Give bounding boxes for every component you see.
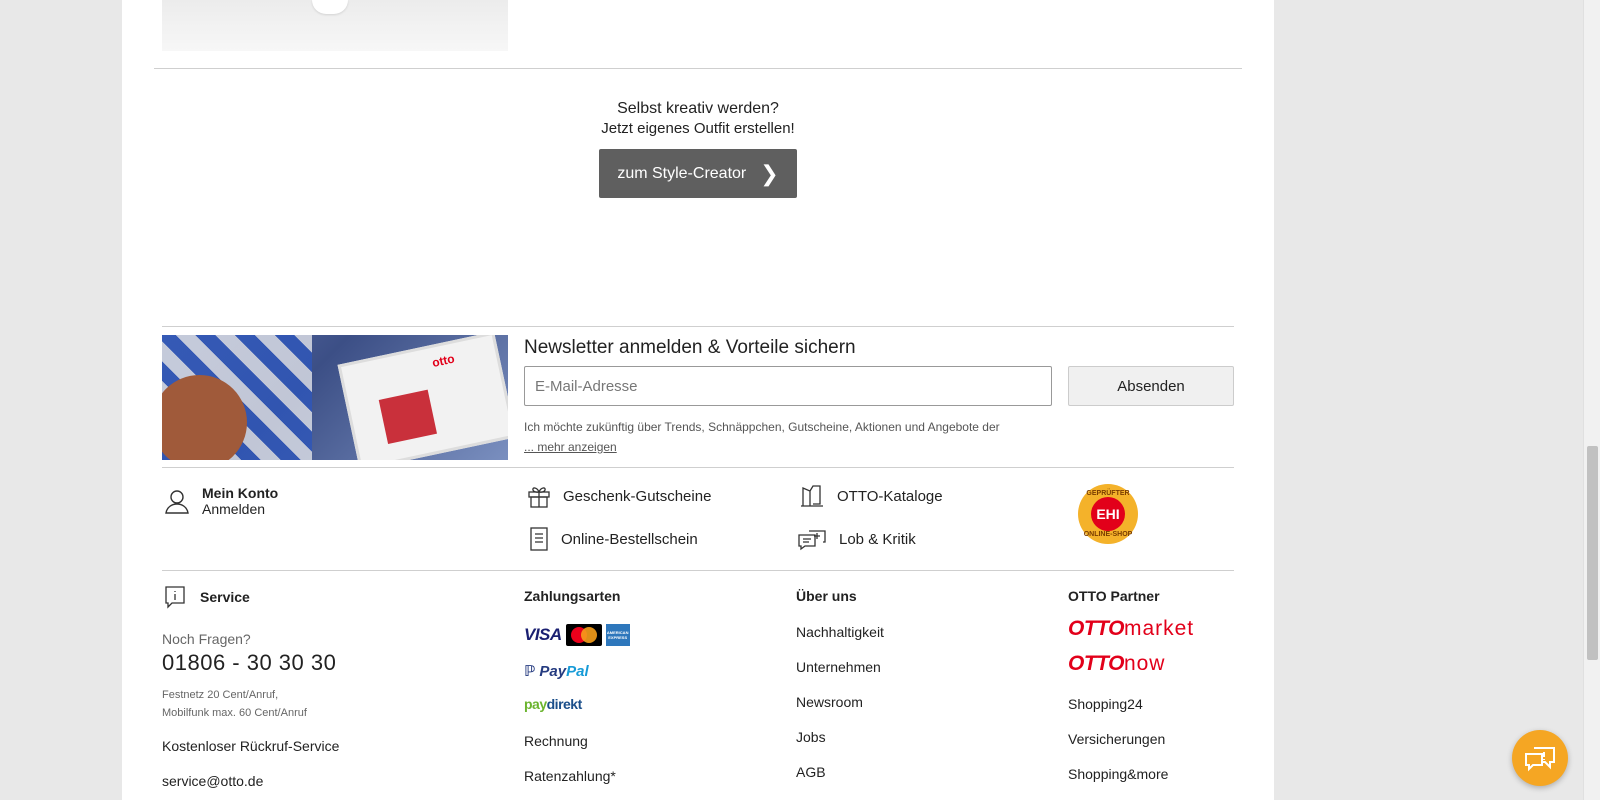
gift-vouchers-label: Geschenk-Gutscheine: [563, 487, 712, 505]
about-link-agb[interactable]: AGB: [796, 764, 826, 780]
catalogs-link[interactable]: OTTO-Kataloge: [799, 484, 943, 508]
account-label: Mein Konto Anmelden: [202, 485, 278, 517]
callback-link[interactable]: Kostenloser Rückruf-Service: [162, 738, 339, 754]
catalog-icon: [799, 484, 825, 508]
paypal-pay: Pay: [539, 663, 567, 680]
gift-icon: [527, 484, 551, 508]
page-content: Selbst kreativ werden? Jetzt eigenes Out…: [122, 0, 1274, 800]
style-creator-label: zum Style-Creator: [617, 164, 747, 182]
divider: [154, 68, 1242, 69]
payment-heading: Zahlungsarten: [524, 588, 621, 604]
catalog-picture: [378, 389, 438, 445]
otto-logo-mark: otto: [430, 351, 456, 370]
visa-logo: VISA: [524, 625, 562, 644]
partner-link-shopping24[interactable]: Shopping24: [1068, 696, 1143, 712]
partner-link-versicherungen[interactable]: Versicherungen: [1068, 731, 1165, 747]
style-creator-button[interactable]: zum Style-Creator ❯: [599, 149, 797, 198]
show-more-link[interactable]: ... mehr anzeigen: [524, 440, 617, 454]
divider: [162, 467, 1234, 468]
paypal-mark-icon: ℙ: [524, 663, 536, 680]
about-link-unternehmen[interactable]: Unternehmen: [796, 659, 881, 675]
service-question: Noch Fragen?: [162, 631, 251, 647]
feedback-icon: [797, 527, 827, 551]
creator-line2: Jetzt eigenes Outfit erstellen!: [601, 120, 795, 137]
tablet-shape: otto: [337, 335, 508, 460]
email-field[interactable]: [524, 366, 1052, 406]
my-account-link[interactable]: Mein Konto Anmelden: [164, 485, 278, 517]
chevron-right-icon: ❯: [760, 160, 779, 186]
shoe-image: [312, 0, 348, 14]
paydirekt-pay: pay: [524, 696, 547, 712]
paydirekt-logo: paydirekt: [524, 696, 582, 712]
ehi-seal[interactable]: GEPRÜFTER EHI ONLINE-SHOP: [1078, 484, 1138, 544]
service-email-link[interactable]: service@otto.de: [162, 773, 263, 789]
feedback-label: Lob & Kritik: [839, 530, 916, 548]
gift-vouchers-link[interactable]: Geschenk-Gutscheine: [527, 484, 711, 508]
newsletter-consent-text: Ich möchte zukünftig über Trends, Schnäp…: [524, 420, 1000, 434]
service-call-costs: Festnetz 20 Cent/Anruf, Mobilfunk max. 6…: [162, 686, 307, 722]
about-heading: Über uns: [796, 588, 857, 604]
partner-heading: OTTO Partner: [1068, 588, 1160, 604]
page-scrollbar[interactable]: [1583, 0, 1600, 800]
amex-logo-text: AMERICAN EXPRESS: [606, 630, 629, 640]
creator-subheading: Jetzt eigenes Outfit erstellen!: [122, 120, 1274, 137]
mastercard-logo: [565, 624, 602, 646]
catalogs-label: OTTO-Kataloge: [837, 487, 943, 505]
service-note-1: Festnetz 20 Cent/Anruf,: [162, 689, 279, 701]
service-phone[interactable]: 01806 - 30 30 30: [162, 650, 336, 676]
document-icon: [529, 527, 549, 551]
service-note-2: Mobilfunk max. 60 Cent/Anruf: [162, 707, 307, 719]
product-image[interactable]: [162, 0, 508, 51]
newsletter-submit-button[interactable]: Absenden: [1068, 366, 1234, 406]
otto-now-brand: OTTO: [1068, 652, 1124, 675]
about-link-jobs[interactable]: Jobs: [796, 729, 826, 745]
installments-link[interactable]: Ratenzahlung*: [524, 768, 616, 784]
chat-button[interactable]: [1512, 730, 1568, 786]
service-title: Service: [200, 589, 250, 605]
order-form-link[interactable]: Online-Bestellschein: [529, 527, 698, 551]
ehi-top-text: GEPRÜFTER: [1086, 490, 1130, 497]
info-icon: [164, 585, 186, 609]
chat-icon: [1524, 744, 1556, 772]
otto-market-suffix: market: [1123, 617, 1195, 640]
paypal-pal: Pal: [566, 663, 589, 680]
order-form-label: Online-Bestellschein: [561, 530, 698, 548]
ehi-center-text: EHI: [1091, 497, 1125, 531]
about-link-nachhaltigkeit[interactable]: Nachhaltigkeit: [796, 624, 884, 640]
otto-now-suffix: now: [1123, 652, 1166, 675]
otto-market-brand: OTTO: [1068, 617, 1124, 640]
paydirekt-direkt: direkt: [546, 696, 583, 712]
account-title: Mein Konto: [202, 485, 279, 501]
user-icon: [164, 488, 190, 514]
account-signin: Anmelden: [202, 501, 266, 517]
ehi-bottom-text: ONLINE-SHOP: [1083, 531, 1133, 538]
divider: [162, 326, 1234, 327]
amex-logo: AMERICAN EXPRESS: [605, 624, 630, 646]
service-heading: Service: [164, 585, 250, 609]
invoice-link[interactable]: Rechnung: [524, 733, 588, 749]
creator-heading: Selbst kreativ werden?: [122, 100, 1274, 118]
newsletter-image: otto: [162, 335, 508, 460]
otto-market-logo[interactable]: OTTOmarket: [1068, 617, 1194, 641]
about-link-newsroom[interactable]: Newsroom: [796, 694, 863, 710]
partner-link-shoppingmore[interactable]: Shopping&more: [1068, 766, 1168, 782]
scrollbar-thumb[interactable]: [1587, 446, 1598, 660]
paypal-logo: ℙ PayPal: [524, 662, 589, 680]
card-logos: VISA AMERICAN EXPRESS: [524, 624, 630, 646]
newsletter-title: Newsletter anmelden & Vorteile sichern: [524, 337, 856, 358]
divider: [162, 570, 1234, 571]
otto-now-logo[interactable]: OTTOnow: [1068, 652, 1165, 676]
feedback-link[interactable]: Lob & Kritik: [797, 527, 916, 551]
creator-line1: Selbst kreativ werden?: [617, 100, 779, 117]
